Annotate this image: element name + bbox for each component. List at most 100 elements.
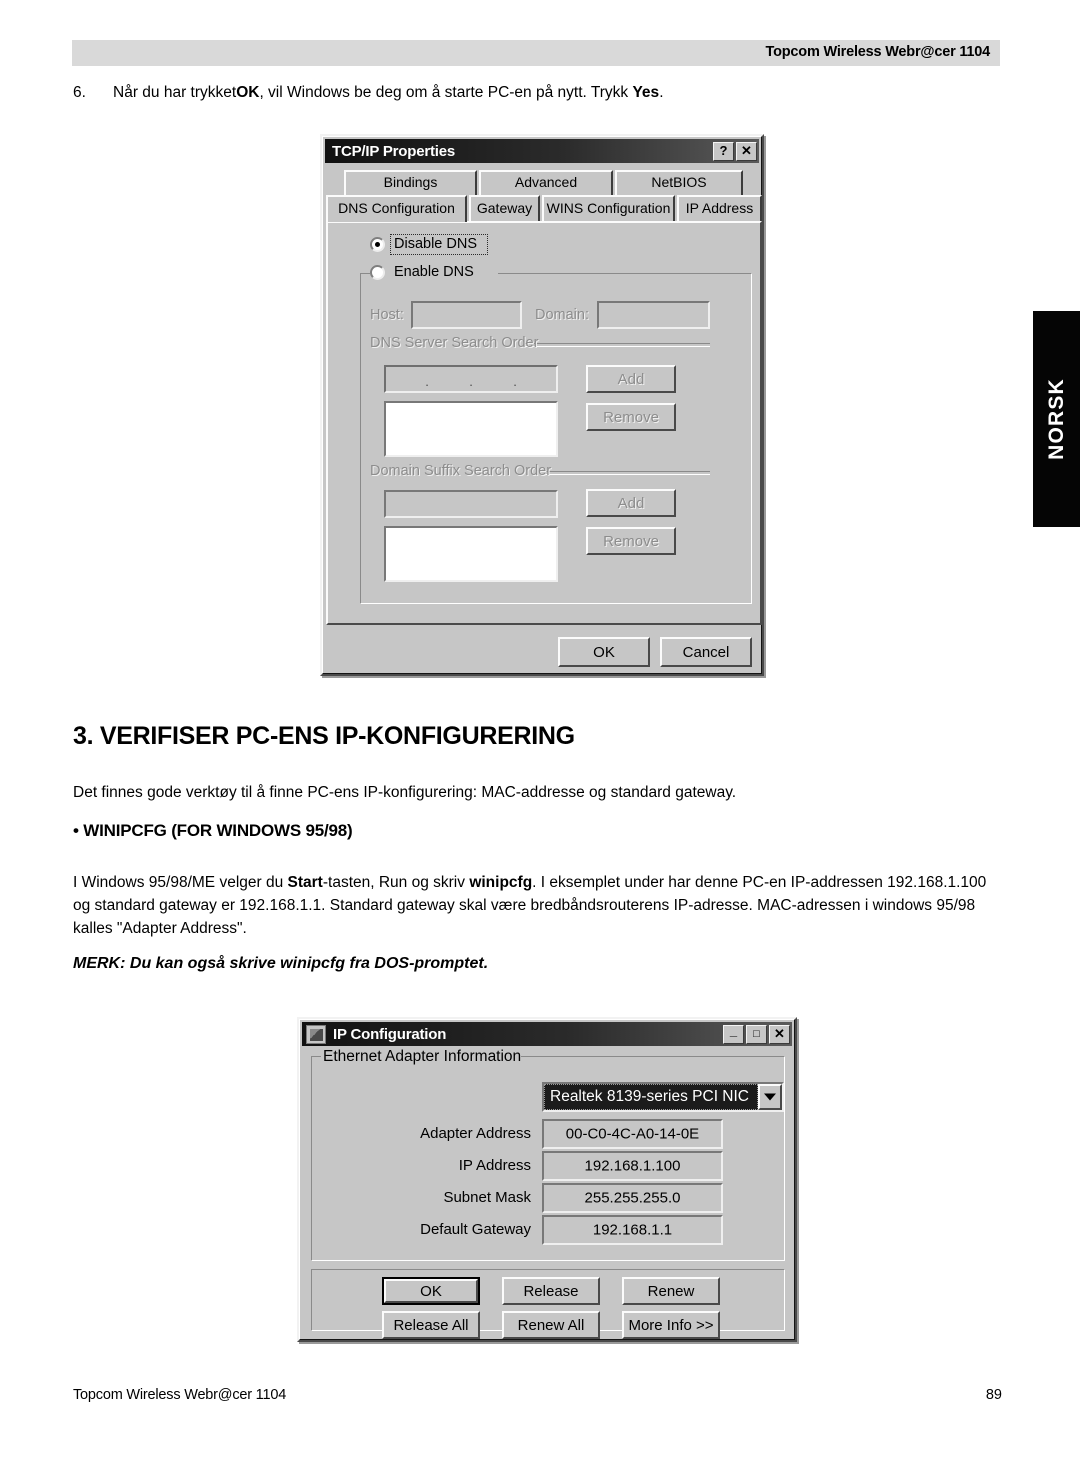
radio-enable-dns[interactable] <box>370 265 385 280</box>
step-bold-ok: OK <box>236 84 260 101</box>
close-icon[interactable]: ✕ <box>736 141 757 161</box>
radio-disable-dns[interactable] <box>370 237 385 252</box>
ipconfig-ok-button[interactable]: OK <box>382 1277 480 1305</box>
renew-all-button[interactable]: Renew All <box>502 1311 600 1339</box>
step-6-instruction: 6. Når du har trykketOK, vil Windows be d… <box>73 82 1003 104</box>
tab-gateway[interactable]: Gateway <box>469 195 540 222</box>
suffix-remove-button[interactable]: Remove <box>586 527 676 555</box>
tcpip-properties-dialog: TCP/IP Properties ? ✕ Bindings Advanced … <box>320 134 764 676</box>
tab-bindings[interactable]: Bindings <box>344 170 477 195</box>
renew-button-label: Renew <box>647 1282 695 1300</box>
step-text-part3: . <box>659 84 664 101</box>
maximize-icon[interactable]: □ <box>746 1024 767 1044</box>
adapter-select-combobox[interactable]: Realtek 8139-series PCI NIC <box>542 1082 784 1112</box>
release-all-button-label: Release All <box>393 1316 469 1334</box>
domain-input[interactable] <box>597 301 710 329</box>
body-text-c: . I eksemplet under har denne PC-en IP-a… <box>532 874 883 891</box>
page-header-title: Topcom Wireless Webr@cer 1104 <box>765 44 991 60</box>
ipconfig-titlebar[interactable]: IP Configuration _ □ ✕ <box>302 1022 792 1046</box>
body-bold-start: Start <box>287 874 323 891</box>
section-subheading: • WINIPCFG (FOR WINDOWS 95/98) <box>73 821 353 840</box>
ethernet-adapter-group-label: Ethernet Adapter Information <box>323 1048 522 1065</box>
domain-label: Domain: <box>535 307 589 323</box>
subnet-mask-field: 255.255.255.0 <box>542 1183 723 1213</box>
ip-octet-2[interactable] <box>430 367 468 391</box>
tcpip-title-text: TCP/IP Properties <box>332 142 456 160</box>
suffix-input[interactable] <box>384 490 558 518</box>
tab-dns-configuration[interactable]: DNS Configuration <box>326 195 467 222</box>
ip-configuration-dialog: IP Configuration _ □ ✕ Ethernet Adapter … <box>297 1017 797 1342</box>
tab-advanced-label: Advanced <box>514 174 578 190</box>
ip-octet-4[interactable] <box>518 367 556 391</box>
adapter-address-field: 00-C0-4C-A0-14-0E <box>542 1119 723 1149</box>
ip-address-value: 192.168.1.100 <box>584 1157 681 1175</box>
tab-bindings-label: Bindings <box>383 174 438 190</box>
ip-config-app-icon <box>306 1024 326 1044</box>
radio-enable-dns-label: Enable DNS <box>394 264 474 280</box>
adapter-address-label: Adapter Address <box>420 1125 531 1142</box>
tab-ip-address-label: IP Address <box>685 200 754 216</box>
tab-dns-configuration-label: DNS Configuration <box>338 200 455 216</box>
default-gateway-label: Default Gateway <box>420 1221 531 1238</box>
ip-dot-3: . <box>513 374 517 389</box>
tab-netbios[interactable]: NetBIOS <box>615 170 743 195</box>
more-info-button[interactable]: More Info >> <box>622 1311 720 1339</box>
body-text-b: -tasten, Run og skriv <box>322 874 470 891</box>
dns-search-group-label: DNS Server Search Order <box>370 335 539 351</box>
tab-gateway-label: Gateway <box>476 200 533 216</box>
tab-wins-configuration[interactable]: WINS Configuration <box>542 195 675 222</box>
suffix-search-group-line <box>542 471 710 475</box>
close-icon[interactable]: ✕ <box>769 1024 790 1044</box>
body-bold-winipcfg: winipcfg <box>469 874 533 891</box>
tcpip-ok-button[interactable]: OK <box>558 637 650 667</box>
host-input[interactable] <box>411 301 522 329</box>
tcpip-ok-button-label: OK <box>593 643 615 661</box>
renew-button[interactable]: Renew <box>622 1277 720 1305</box>
more-info-button-label: More Info >> <box>628 1316 714 1334</box>
release-button[interactable]: Release <box>502 1277 600 1305</box>
body-text-a: I Windows 95/98/ME velger du <box>73 874 288 891</box>
minimize-icon[interactable]: _ <box>723 1024 744 1044</box>
suffix-search-group-label: Domain Suffix Search Order <box>370 463 552 479</box>
default-gateway-value: 192.168.1.1 <box>592 1221 673 1239</box>
language-side-tab-norsk: NORSK <box>1033 311 1080 527</box>
dns-server-ip-input[interactable]: . . . <box>384 365 558 393</box>
tab-advanced[interactable]: Advanced <box>479 170 613 195</box>
renew-all-button-label: Renew All <box>517 1316 585 1334</box>
step-bold-yes: Yes <box>632 84 660 101</box>
ip-octet-3[interactable] <box>474 367 512 391</box>
dns-add-button-label: Add <box>617 370 645 388</box>
suffix-list[interactable] <box>384 526 558 582</box>
radio-disable-dns-label: Disable DNS <box>394 236 477 252</box>
dns-search-group-line <box>524 343 710 347</box>
tcpip-cancel-button-label: Cancel <box>682 643 730 661</box>
ipconfig-title-text: IP Configuration <box>333 1025 447 1043</box>
dns-add-button[interactable]: Add <box>586 365 676 393</box>
section-intro-paragraph: Det finnes gode verktøy til å finne PC-e… <box>73 784 737 801</box>
footer-product-name: Topcom Wireless Webr@cer 1104 <box>73 1387 287 1403</box>
tab-wins-configuration-label: WINS Configuration <box>546 200 671 216</box>
release-all-button[interactable]: Release All <box>382 1311 480 1339</box>
side-tab-label: NORSK <box>1044 378 1068 460</box>
chevron-down-icon[interactable] <box>758 1084 782 1110</box>
step-text-part1: Når du har trykket <box>113 84 237 101</box>
footer-page-number: 89 <box>985 1387 1002 1403</box>
ip-octet-1[interactable] <box>386 367 424 391</box>
dns-remove-button[interactable]: Remove <box>586 403 676 431</box>
default-gateway-field: 192.168.1.1 <box>542 1215 723 1245</box>
adapter-selected-value: Realtek 8139-series PCI NIC <box>544 1084 758 1110</box>
host-label: Host: <box>370 307 404 323</box>
tcpip-titlebar[interactable]: TCP/IP Properties ? ✕ <box>325 139 759 163</box>
release-button-label: Release <box>523 1282 579 1300</box>
dns-server-list[interactable] <box>384 401 558 457</box>
dns-configuration-tab-page: Disable DNS Enable DNS Host: Domain: DNS… <box>326 221 762 625</box>
tcpip-cancel-button[interactable]: Cancel <box>660 637 752 667</box>
subnet-mask-value: 255.255.255.0 <box>584 1189 681 1207</box>
adapter-address-value: 00-C0-4C-A0-14-0E <box>565 1125 700 1143</box>
tab-netbios-label: NetBIOS <box>651 174 707 190</box>
tab-ip-address[interactable]: IP Address <box>677 195 762 222</box>
ip-dot-2: . <box>469 374 473 389</box>
suffix-add-button[interactable]: Add <box>586 489 676 517</box>
help-icon[interactable]: ? <box>713 141 734 161</box>
step-number: 6. <box>73 84 86 101</box>
